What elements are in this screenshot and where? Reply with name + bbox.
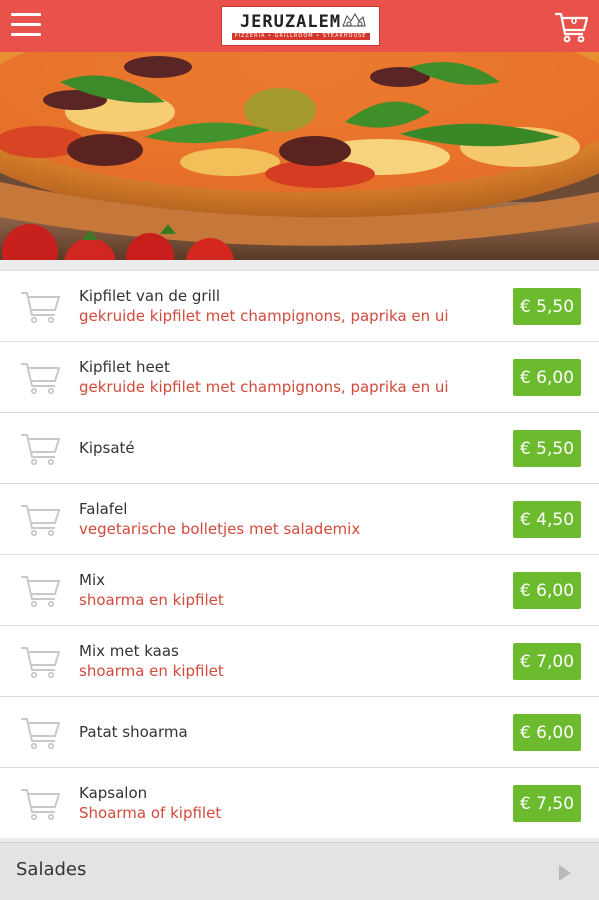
cart-icon — [21, 363, 61, 395]
menu-item[interactable]: Mix shoarma en kipfilet € 6,00 — [0, 554, 599, 625]
menu-item-name: Kipfilet heet — [79, 358, 170, 376]
hero-pizza-image — [0, 52, 599, 260]
cart-icon — [21, 789, 61, 821]
logo-emblem-icon — [342, 12, 366, 27]
logo: JERUZALEM PIZZERIA • GRILLROOM • STEAKHO… — [221, 6, 380, 46]
menu-item-name: Patat shoarma — [79, 723, 188, 741]
logo-tagline: PIZZERIA • GRILLROOM • STEAKHOUSE — [231, 32, 370, 40]
price-button[interactable]: € 6,00 — [513, 359, 581, 396]
price-button[interactable]: € 6,00 — [513, 572, 581, 609]
menu-item-description: shoarma en kipfilet — [79, 662, 224, 680]
cart-icon — [21, 718, 61, 750]
menu-item-name: Mix — [79, 571, 105, 589]
category-salades[interactable]: Salades — [0, 842, 599, 900]
cart-icon — [21, 647, 61, 679]
cart-icon — [21, 292, 61, 324]
app-header: JERUZALEM PIZZERIA • GRILLROOM • STEAKHO… — [0, 0, 599, 52]
menu-list: Kipfilet van de grill gekruide kipfilet … — [0, 270, 599, 838]
menu-item-name: Mix met kaas — [79, 642, 179, 660]
logo-name: JERUZALEM — [239, 11, 342, 32]
cart-button[interactable]: 0 — [553, 10, 589, 44]
price-button[interactable]: € 5,50 — [513, 430, 581, 467]
menu-item[interactable]: Kapsalon Shoarma of kipfilet € 7,50 — [0, 767, 599, 838]
price-button[interactable]: € 4,50 — [513, 501, 581, 538]
menu-item[interactable]: Kipfilet heet gekruide kipfilet met cham… — [0, 341, 599, 412]
menu-item-name: Falafel — [79, 500, 128, 518]
cart-icon — [21, 434, 61, 466]
cart-count-badge: 0 — [570, 17, 578, 27]
pizza-illustration — [0, 52, 599, 260]
menu-item-name: Kipfilet van de grill — [79, 287, 221, 305]
menu-item-description: vegetarische bolletjes met salademix — [79, 520, 361, 538]
menu-item[interactable]: Kipfilet van de grill gekruide kipfilet … — [0, 270, 599, 341]
chevron-right-icon — [559, 865, 571, 881]
menu-item[interactable]: Mix met kaas shoarma en kipfilet € 7,00 — [0, 625, 599, 696]
price-button[interactable]: € 5,50 — [513, 288, 581, 325]
menu-item[interactable]: Kipsaté € 5,50 — [0, 412, 599, 483]
price-button[interactable]: € 7,00 — [513, 643, 581, 680]
cart-icon — [555, 12, 589, 43]
price-button[interactable]: € 7,50 — [513, 785, 581, 822]
menu-item-description: gekruide kipfilet met champignons, papri… — [79, 378, 449, 396]
menu-item[interactable]: Patat shoarma € 6,00 — [0, 696, 599, 767]
cart-icon — [21, 505, 61, 537]
category-label: Salades — [16, 859, 87, 880]
cart-icon — [21, 576, 61, 608]
menu-item-description: gekruide kipfilet met champignons, papri… — [79, 307, 449, 325]
menu-item-name: Kipsaté — [79, 439, 135, 457]
menu-item-description: shoarma en kipfilet — [79, 591, 224, 609]
menu-item-name: Kapsalon — [79, 784, 148, 802]
menu-item-description: Shoarma of kipfilet — [79, 804, 222, 822]
menu-icon[interactable] — [11, 13, 41, 37]
menu-item[interactable]: Falafel vegetarische bolletjes met salad… — [0, 483, 599, 554]
price-button[interactable]: € 6,00 — [513, 714, 581, 751]
